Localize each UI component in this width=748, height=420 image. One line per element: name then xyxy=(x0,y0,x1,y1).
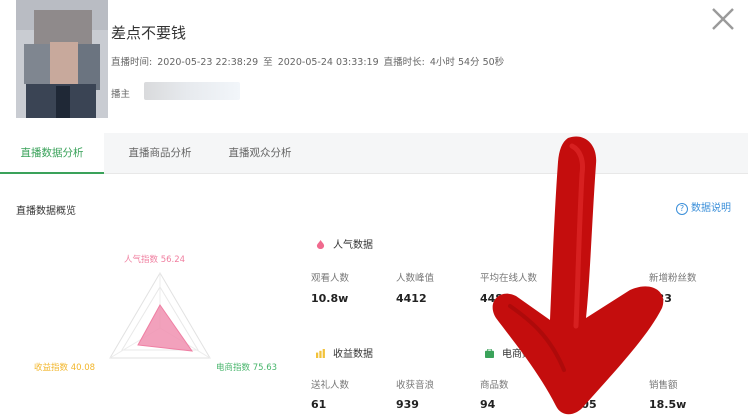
metric-label-peak: 人数峰值 xyxy=(396,273,435,284)
help-label: 数据说明 xyxy=(691,203,731,214)
close-button[interactable] xyxy=(708,4,738,34)
tab-audience[interactable]: 直播观众分析 xyxy=(214,133,306,173)
radar-label-income: 收益指数 40.08 xyxy=(34,363,96,373)
host-label: 播主 xyxy=(111,89,131,100)
stream-time-info: 直播时间: 2020-05-23 22:38:29 至 2020-05-24 0… xyxy=(111,54,506,68)
help-icon: ? xyxy=(676,203,688,215)
metric-value-gifters: 61 xyxy=(311,398,327,411)
metric-label-revenue: 销售额 xyxy=(649,380,678,391)
metric-value-products: 94 xyxy=(480,398,496,411)
time-label: 直播时间: xyxy=(111,57,153,68)
metric-label-new-fans: 新增粉丝数 xyxy=(649,273,697,284)
radar-label-ecommerce: 电商指数 75.63 xyxy=(216,363,278,373)
radar-chart xyxy=(109,272,211,359)
metric-value-sales: 9805 xyxy=(566,398,597,411)
radar-value-area xyxy=(137,304,194,352)
to-text: 至 xyxy=(263,57,273,68)
radar-label-popularity: 人气指数 56.24 xyxy=(124,255,186,265)
duration-value: 4小时 54分 50秒 xyxy=(429,57,505,68)
flame-icon xyxy=(316,240,325,249)
duration-label: 直播时长: xyxy=(383,57,425,68)
metric-value-sound-waves: 939 xyxy=(396,398,419,411)
metric-label-sound-waves: 收获音浪 xyxy=(396,380,435,391)
ecommerce-group-title: 电商数据 xyxy=(485,345,542,360)
metric-value-new-fans: 233 xyxy=(649,292,672,305)
metric-label-gifters: 送礼人数 xyxy=(311,380,350,391)
start-time: 2020-05-23 22:38:29 xyxy=(157,57,259,68)
shop-icon xyxy=(485,349,494,358)
popularity-group-title: 人气数据 xyxy=(316,236,373,251)
metric-label-sales: 销量 xyxy=(566,380,586,391)
page-title: 差点不要钱 xyxy=(111,24,187,42)
end-time: 2020-05-24 03:33:19 xyxy=(277,57,379,68)
tab-bar: 直播数据分析 直播商品分析 直播观众分析 xyxy=(0,133,748,174)
data-help-link[interactable]: ? 数据说明 xyxy=(676,199,731,215)
income-icon xyxy=(316,349,325,358)
host-name-redacted xyxy=(144,82,240,100)
metric-value-viewers: 10.8w xyxy=(311,292,349,305)
metric-value-revenue: 18.5w xyxy=(649,398,687,411)
metric-label-avg-online: 平均在线人数 xyxy=(480,273,538,284)
income-group-title: 收益数据 xyxy=(316,345,373,360)
metric-label-products: 商品数 xyxy=(480,380,509,391)
overview-title: 直播数据概览 xyxy=(16,206,76,217)
tab-live-data[interactable]: 直播数据分析 xyxy=(0,133,104,174)
metric-value-avg-online: 448 xyxy=(480,292,503,305)
close-icon xyxy=(712,8,734,30)
streamer-avatar xyxy=(16,0,108,118)
tab-products[interactable]: 直播商品分析 xyxy=(114,133,206,173)
metric-label-viewers: 观看人数 xyxy=(311,273,350,284)
metric-value-peak: 4412 xyxy=(396,292,427,305)
